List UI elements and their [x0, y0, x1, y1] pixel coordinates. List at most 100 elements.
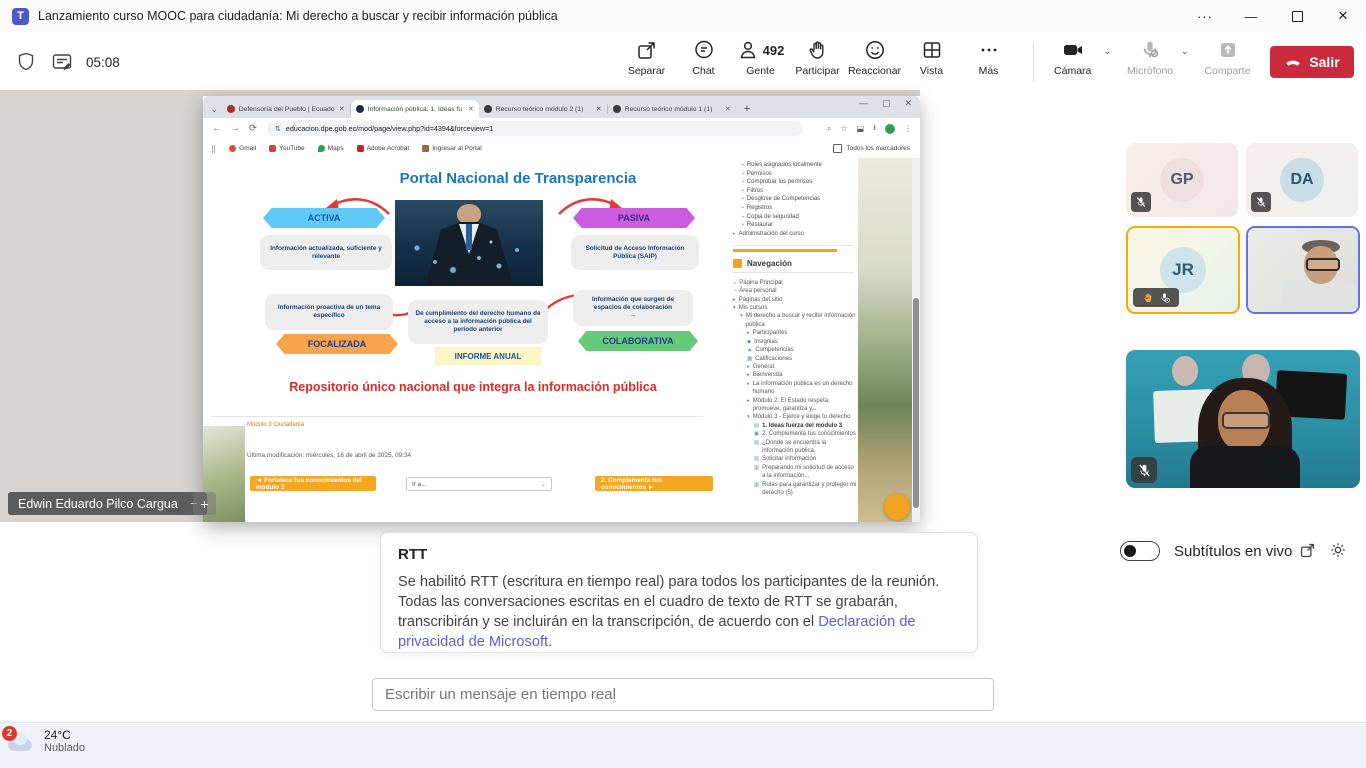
site-settings-icon[interactable]: ⇅	[275, 125, 281, 133]
view-button[interactable]: Vista	[903, 38, 960, 77]
participant-tile-da[interactable]: DA	[1246, 143, 1358, 217]
captions-popout-icon[interactable]	[1299, 542, 1316, 559]
admin-menu-item[interactable]: ▪Permisos	[733, 170, 858, 179]
camera-chevron-icon[interactable]: ⌄	[1103, 46, 1111, 57]
live-captions-toggle[interactable]	[1120, 541, 1160, 561]
react-button[interactable]: Reaccionar	[846, 38, 903, 77]
participant-video-tile[interactable]	[1246, 226, 1360, 314]
admin-menu-item[interactable]: ▪Filtros	[733, 187, 858, 196]
tab-close-icon[interactable]: ✕	[725, 105, 731, 113]
next-module-button[interactable]: 2. Complementa tus conocimientos ►	[595, 476, 713, 491]
titlebar-more-icon[interactable]: ···	[1182, 0, 1228, 32]
browser-maximize[interactable]: ▢	[882, 98, 891, 109]
apps-grid-icon[interactable]: ⣿	[211, 145, 216, 153]
minimize-button[interactable]: —	[1228, 0, 1274, 32]
browser-scrollbar[interactable]	[912, 158, 920, 522]
people-button[interactable]: 492 Gente	[732, 38, 789, 77]
bookmark-youtube[interactable]: YouTube	[269, 145, 305, 152]
side-panel-icon[interactable]: ⬓	[857, 124, 865, 133]
navigation-item[interactable]: ▥Preparando mi solicitud de acceso a la …	[733, 464, 858, 481]
forward-icon[interactable]: →	[231, 123, 241, 134]
participant-tile-jr-hand-raised[interactable]: JR	[1126, 226, 1240, 314]
downloads-icon[interactable]: ⭳	[873, 122, 876, 136]
captions-settings-icon[interactable]	[1329, 541, 1347, 559]
navigation-item[interactable]: ▦Calificaciones	[733, 355, 858, 363]
admin-menu-item[interactable]: ▪Desglose de Competencias	[733, 195, 858, 204]
tab-search-icon[interactable]: ⌄	[211, 105, 218, 114]
navigation-item[interactable]: ▸Bienvenida	[733, 371, 858, 379]
weather-widget[interactable]: 2 24°C Nublado	[6, 728, 85, 755]
back-icon[interactable]: ←	[212, 123, 222, 134]
navigation-item[interactable]: ▸Módulo 2: El Estado respeta, promueve, …	[733, 397, 858, 414]
address-field[interactable]: ⇅ educacion.dpe.gob.ec/mod/page/view.php…	[267, 121, 803, 136]
close-button[interactable]: ✕	[1320, 0, 1366, 32]
more-button[interactable]: Más	[960, 38, 1017, 77]
breakout-button[interactable]: Separar	[618, 38, 675, 77]
all-bookmarks[interactable]: Todos los marcadores	[833, 144, 910, 153]
rtt-body: Se habilitó RTT (escritura en tiempo rea…	[398, 573, 954, 652]
navigation-item[interactable]: ▣2. Complementa tus conocimientos	[733, 430, 858, 438]
bookmark-gmail[interactable]: Gmail	[229, 145, 256, 152]
jump-to-select[interactable]: Ir a...⌄	[406, 477, 552, 491]
spotlight-video-tile[interactable]	[1126, 350, 1360, 488]
bookmark-acrobat[interactable]: Adobe Acrobat	[357, 145, 410, 152]
floating-action-button[interactable]	[884, 494, 910, 520]
module-link[interactable]: Módulo 3 Ciudadanía	[247, 422, 304, 428]
browser-tab-1[interactable]: Defensoría del Pueblo | Ecuado ✕	[222, 100, 350, 118]
zoom-search-icon[interactable]: ⌕	[827, 124, 831, 134]
navigation-item[interactable]: ▤Solicitar información	[733, 455, 858, 463]
admin-menu-item[interactable]: ▪Roles asignados localmente	[733, 161, 858, 170]
navigation-item[interactable]: ▲Competencias	[733, 346, 858, 354]
share-button[interactable]: Comparte	[1199, 38, 1256, 77]
mic-chevron-icon[interactable]: ⌄	[1181, 46, 1189, 57]
browser-close[interactable]: ✕	[904, 98, 912, 109]
bookmark-maps[interactable]: Maps	[318, 145, 344, 152]
new-tab-button[interactable]: +	[744, 103, 750, 115]
bookmark-portal[interactable]: Ingresar al Portal	[422, 145, 482, 152]
informe-anual-banner: INFORME ANUAL	[435, 347, 541, 365]
maximize-button[interactable]	[1274, 0, 1320, 32]
tab-close-icon[interactable]: ✕	[596, 105, 602, 113]
microphone-button[interactable]: Micrófono	[1122, 38, 1179, 77]
admin-menu-item[interactable]: ▪Comprobar los permisos	[733, 178, 858, 187]
reload-icon[interactable]: ⟳	[249, 123, 257, 134]
tab-close-icon[interactable]: ✕	[339, 105, 345, 113]
navigation-item[interactable]: ▸La información pública es un derecho hu…	[733, 380, 858, 397]
scrollbar-thumb[interactable]	[913, 298, 919, 508]
participant-tile-gp[interactable]: GP	[1126, 143, 1238, 217]
profile-avatar[interactable]	[885, 124, 895, 134]
navigation-item[interactable]: ▸Participantes	[733, 329, 858, 337]
navigation-item[interactable]: ▾Mi derecho a buscar y recibir informaci…	[733, 312, 858, 329]
navigation-item[interactable]: ▸Páginas del sitio	[733, 296, 858, 304]
browser-minimize[interactable]: —	[859, 98, 868, 109]
avatar: JR	[1160, 247, 1206, 293]
tab-close-icon[interactable]: ✕	[468, 105, 474, 113]
raise-hand-button[interactable]: Participar	[789, 38, 846, 77]
browser-menu-icon[interactable]: ⋮	[904, 124, 912, 133]
admin-menu-item[interactable]: ▪Registros	[733, 204, 858, 213]
navigation-item[interactable]: ▤¿Dónde se encuentra la información públ…	[733, 439, 858, 456]
navigation-item[interactable]: ⌂Página Principal	[733, 279, 858, 287]
navigation-item[interactable]: ▸General	[733, 363, 858, 371]
browser-tab-2-active[interactable]: Información pública: 1. Ideas fu ✕	[351, 100, 479, 118]
navigation-item[interactable]: ◔Área personal	[733, 287, 858, 295]
camera-button[interactable]: Cámara	[1044, 38, 1101, 77]
admin-menu-item[interactable]: ▪Restaurar	[733, 221, 858, 230]
chat-button[interactable]: Chat	[675, 38, 732, 77]
rtt-notification-card: RTT Se habilitó RTT (escritura en tiempo…	[380, 532, 978, 653]
admin-menu-root[interactable]: ▸Administración del curso	[733, 230, 858, 239]
rtt-note-icon[interactable]	[50, 50, 74, 74]
admin-menu-item[interactable]: ▪Copia de seguridad	[733, 213, 858, 222]
browser-tab-4[interactable]: Recurso teórico módulo 1 (1) ✕	[608, 100, 736, 118]
rtt-message-input[interactable]	[372, 678, 994, 711]
navigation-item[interactable]: ▾Módulo 3 - Ejerce y exige tu derecho	[733, 413, 858, 421]
bookmark-star-icon[interactable]: ☆	[840, 124, 847, 133]
browser-tab-3[interactable]: Recurso teórico módulo 2 (1) ✕	[479, 100, 607, 118]
navigation-item[interactable]: ▤1. Ideas fuerza del módulo 3	[733, 422, 858, 430]
leave-button[interactable]: Salir	[1270, 46, 1354, 78]
navigation-item[interactable]: ▥Rutas para garantizar y proteger mi der…	[733, 481, 858, 498]
navigation-item[interactable]: ▾Mis cursos	[733, 304, 858, 312]
prev-module-button[interactable]: ◄ Fortalece tus conocimientos del módulo…	[250, 476, 376, 491]
zoom-in-button[interactable]: +	[193, 492, 216, 515]
navigation-item[interactable]: ◆Insignias	[733, 338, 858, 346]
